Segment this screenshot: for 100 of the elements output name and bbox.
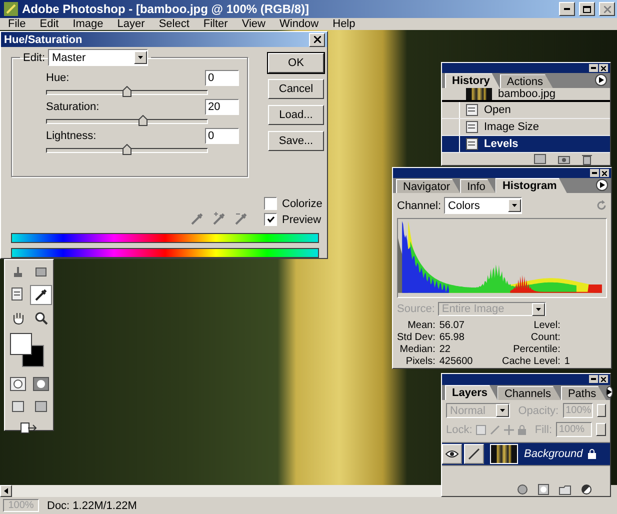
palette-menu-button[interactable] bbox=[596, 179, 608, 191]
palette-tab[interactable]: Paths bbox=[560, 386, 606, 400]
minimize-button[interactable] bbox=[590, 169, 599, 177]
checkbox[interactable] bbox=[264, 197, 277, 210]
history-step-icon bbox=[466, 121, 478, 134]
minimize-button[interactable] bbox=[589, 64, 598, 72]
stepper-button[interactable] bbox=[596, 423, 606, 436]
eyedropper-tool-icon[interactable] bbox=[30, 285, 52, 305]
eyedropper-icon[interactable] bbox=[234, 212, 248, 226]
arrow-icon bbox=[607, 389, 612, 396]
palette-tab[interactable]: Layers bbox=[445, 385, 498, 400]
stat-value: 65.98 bbox=[439, 332, 466, 343]
mask-icon[interactable] bbox=[538, 484, 549, 496]
close-button[interactable] bbox=[599, 375, 608, 383]
stat-label: Pixels: bbox=[404, 356, 436, 367]
layer-name: Background bbox=[524, 448, 584, 460]
caret-icon bbox=[536, 308, 541, 310]
stat-value: 425600 bbox=[439, 356, 474, 367]
checkbox[interactable] bbox=[264, 213, 277, 226]
scroll-left-button[interactable] bbox=[0, 485, 12, 497]
edit-dropdown[interactable]: Master bbox=[48, 49, 148, 66]
standard-mode-icon[interactable] bbox=[8, 375, 28, 393]
menu-item[interactable]: View bbox=[236, 18, 272, 30]
maximize-button[interactable] bbox=[579, 2, 595, 16]
source-label: Source: bbox=[397, 303, 435, 315]
value-field[interactable]: 0 bbox=[205, 70, 239, 86]
fill-label: Fill: bbox=[534, 424, 552, 436]
layer-row[interactable]: Background bbox=[442, 443, 610, 466]
layer-style-icon[interactable] bbox=[517, 484, 528, 496]
palette-menu-button[interactable] bbox=[606, 386, 614, 398]
snapshot-label[interactable]: bamboo.jpg bbox=[498, 88, 556, 100]
menu-item[interactable]: Window bbox=[274, 18, 325, 30]
snapshot-thumbnail bbox=[466, 88, 492, 100]
history-item[interactable]: Open bbox=[442, 102, 610, 120]
document-size: Doc: 1.22M/1.22M bbox=[47, 500, 137, 512]
checkmark-icon bbox=[266, 216, 274, 223]
slider-thumb[interactable] bbox=[122, 86, 132, 97]
edit-label: Edit: bbox=[23, 52, 46, 64]
minimize-button[interactable] bbox=[589, 375, 598, 383]
eyedropper-icon[interactable] bbox=[212, 212, 226, 226]
menu-item[interactable]: Select bbox=[152, 18, 196, 30]
value-field[interactable]: 20 bbox=[205, 99, 239, 115]
close-icon bbox=[601, 66, 606, 70]
arrow-icon bbox=[4, 488, 8, 494]
dialog-button[interactable]: Cancel bbox=[268, 79, 324, 99]
eye-icon[interactable] bbox=[445, 450, 459, 458]
history-item[interactable]: Image Size bbox=[442, 119, 610, 136]
palette-menu-button[interactable] bbox=[595, 74, 607, 86]
dialog-button[interactable]: OK bbox=[268, 53, 324, 73]
brush-icon bbox=[468, 448, 480, 460]
minimize-button[interactable] bbox=[559, 2, 575, 16]
palette-tab[interactable]: Info bbox=[460, 179, 496, 193]
channel-dropdown[interactable]: Colors bbox=[444, 197, 522, 214]
history-item[interactable]: Levels bbox=[442, 136, 610, 154]
channel-label: Channel: bbox=[397, 200, 442, 212]
close-icon bbox=[314, 36, 320, 43]
opacity-label: Opacity: bbox=[518, 404, 559, 417]
history-step-icon bbox=[466, 138, 478, 150]
menu-item[interactable]: Help bbox=[326, 18, 362, 30]
caret-icon bbox=[500, 409, 506, 412]
maximize-icon bbox=[583, 6, 591, 12]
stepper-button[interactable] bbox=[597, 404, 606, 418]
stat-label: Count: bbox=[530, 332, 560, 343]
quick-mask-icon[interactable] bbox=[30, 375, 50, 393]
close-button[interactable] bbox=[599, 64, 608, 72]
adjustment-layer-icon[interactable] bbox=[581, 484, 592, 496]
palette-tab[interactable]: History bbox=[445, 73, 500, 88]
stat-label: Mean: bbox=[406, 320, 436, 331]
trash-icon[interactable] bbox=[582, 154, 592, 165]
value-field[interactable]: 0 bbox=[205, 128, 239, 144]
close-button[interactable] bbox=[599, 2, 615, 16]
stat-label: Cache Level: bbox=[502, 356, 560, 367]
dialog-title: Hue/Saturation bbox=[4, 34, 84, 46]
menu-item[interactable]: Filter bbox=[197, 18, 234, 30]
new-document-icon[interactable] bbox=[534, 154, 546, 164]
palette-tab[interactable]: Channels bbox=[497, 386, 561, 400]
menu-item[interactable]: Edit bbox=[34, 18, 65, 30]
palette-tab[interactable]: Histogram bbox=[495, 178, 567, 193]
close-button[interactable] bbox=[309, 32, 325, 46]
close-button[interactable] bbox=[600, 169, 609, 177]
slider-thumb[interactable] bbox=[138, 115, 148, 126]
dialog-button[interactable]: Save... bbox=[268, 131, 324, 151]
stat-label: Std Dev: bbox=[397, 332, 436, 343]
checkbox-label: Colorize bbox=[282, 198, 322, 210]
visibility-toggle[interactable] bbox=[442, 444, 462, 464]
dialog-button[interactable]: Load... bbox=[268, 105, 324, 125]
menu-item[interactable]: Layer bbox=[111, 18, 151, 30]
palette-tab[interactable]: Actions bbox=[500, 74, 553, 88]
menu-item[interactable]: File bbox=[2, 18, 32, 30]
palette-tab[interactable]: Navigator bbox=[396, 179, 460, 193]
slider-thumb[interactable] bbox=[122, 144, 132, 155]
link-toggle[interactable] bbox=[464, 444, 484, 464]
slider-label: Saturation: bbox=[46, 101, 100, 113]
eyedropper-icon[interactable] bbox=[190, 212, 204, 226]
camera-icon[interactable] bbox=[558, 154, 570, 164]
arrow-icon bbox=[600, 182, 604, 188]
minimize-icon bbox=[591, 378, 596, 380]
slider-label: Lightness: bbox=[46, 130, 96, 142]
caret-icon bbox=[512, 204, 518, 207]
menu-item[interactable]: Image bbox=[66, 18, 110, 30]
